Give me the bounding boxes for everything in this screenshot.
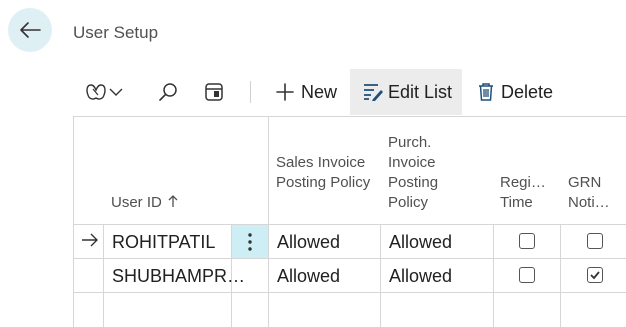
user-id-cell[interactable]: ROHITPATIL [112, 230, 215, 254]
grid-left-border [73, 116, 74, 327]
row-more-options-button[interactable] [232, 225, 268, 258]
grid-line [380, 224, 381, 327]
row-line [73, 258, 626, 259]
column-header-grn-notification[interactable]: GRN Noti… [568, 173, 618, 213]
grn-notification-checkbox[interactable] [587, 233, 603, 249]
back-button[interactable] [8, 8, 52, 52]
grn-notification-checkbox[interactable] [587, 267, 603, 283]
search-icon [159, 83, 177, 101]
filter-pane-button[interactable] [199, 69, 229, 115]
page-title: User Setup [73, 23, 159, 42]
edit-list-icon [364, 84, 383, 101]
new-button-label: New [301, 81, 338, 102]
more-options-icon [248, 232, 252, 251]
search-button[interactable] [153, 69, 183, 115]
column-header-sales-invoice-posting-policy[interactable]: Sales Invoice Posting Policy [276, 153, 374, 193]
register-time-checkbox[interactable] [519, 267, 535, 283]
purch-invoice-cell[interactable]: Allowed [389, 264, 452, 288]
sales-invoice-cell[interactable]: Allowed [277, 230, 340, 254]
checkmark-icon [590, 271, 600, 280]
delete-button[interactable]: Delete [471, 69, 561, 115]
row-line [73, 292, 626, 293]
delete-button-label: Delete [501, 81, 554, 102]
toolbar-divider [73, 116, 626, 117]
sales-invoice-cell[interactable]: Allowed [277, 264, 340, 288]
edit-list-button[interactable]: Edit List [350, 69, 462, 115]
row-arrow-icon [81, 233, 99, 252]
toolbar-separator [250, 81, 251, 103]
column-header-purch-invoice-posting-policy[interactable]: Purch. Invoice Posting Policy [388, 133, 478, 213]
delete-icon [479, 83, 493, 101]
copilot-button[interactable] [85, 69, 131, 115]
grid-line [493, 224, 494, 327]
filter-pane-icon [205, 83, 223, 101]
register-time-checkbox[interactable] [519, 233, 535, 249]
copilot-icon [86, 84, 106, 100]
grid-freeze-line [268, 116, 269, 327]
header-bottom-line [73, 224, 626, 225]
edit-list-button-label: Edit List [388, 81, 453, 102]
column-header-register-time[interactable]: Regi… Time [500, 173, 550, 213]
sort-up-icon [168, 195, 178, 207]
grid-line [103, 224, 104, 327]
column-header-user-id-label: User ID [111, 194, 162, 211]
column-header-user-id[interactable]: User ID [111, 193, 178, 213]
back-arrow-icon [20, 22, 41, 38]
purch-invoice-cell[interactable]: Allowed [389, 230, 452, 254]
new-button[interactable]: New [265, 69, 347, 115]
user-id-cell[interactable]: SHUBHAMPR… [112, 264, 245, 288]
chevron-down-icon [109, 88, 123, 96]
grid-line [560, 224, 561, 327]
action-bar: New Edit List Delete [73, 69, 626, 115]
plus-icon [276, 83, 294, 101]
